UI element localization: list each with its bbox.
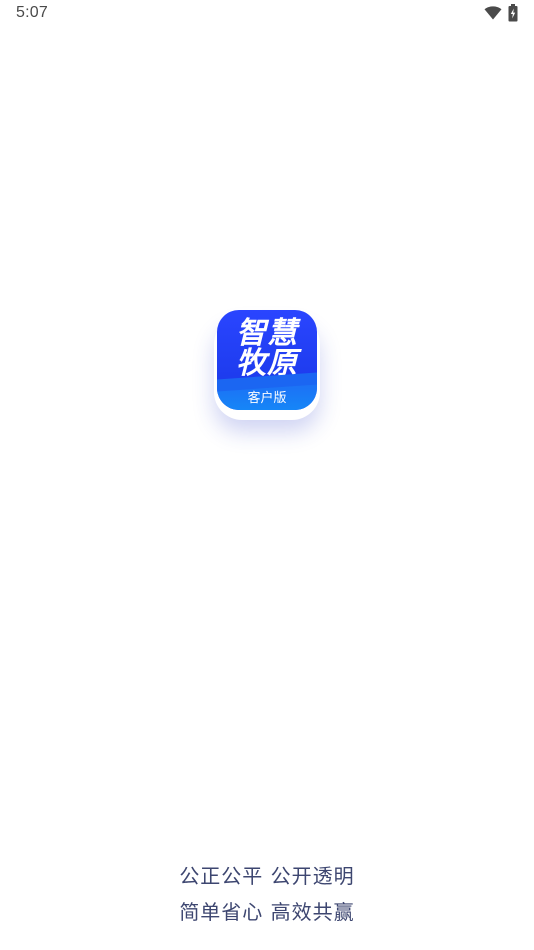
app-logo: 智慧 牧原 客户版 [217, 310, 317, 410]
logo-subtitle: 客户版 [247, 391, 287, 406]
battery-charging-icon [508, 4, 518, 22]
slogan-line-1: 公正公平 公开透明 [179, 864, 355, 888]
status-time: 5:07 [16, 4, 48, 21]
wifi-icon [484, 6, 502, 20]
logo-band: 客户版 [217, 382, 317, 410]
status-bar: 5:07 [0, 0, 534, 28]
slogan-line-2: 简单省心 高效共赢 [179, 900, 355, 924]
